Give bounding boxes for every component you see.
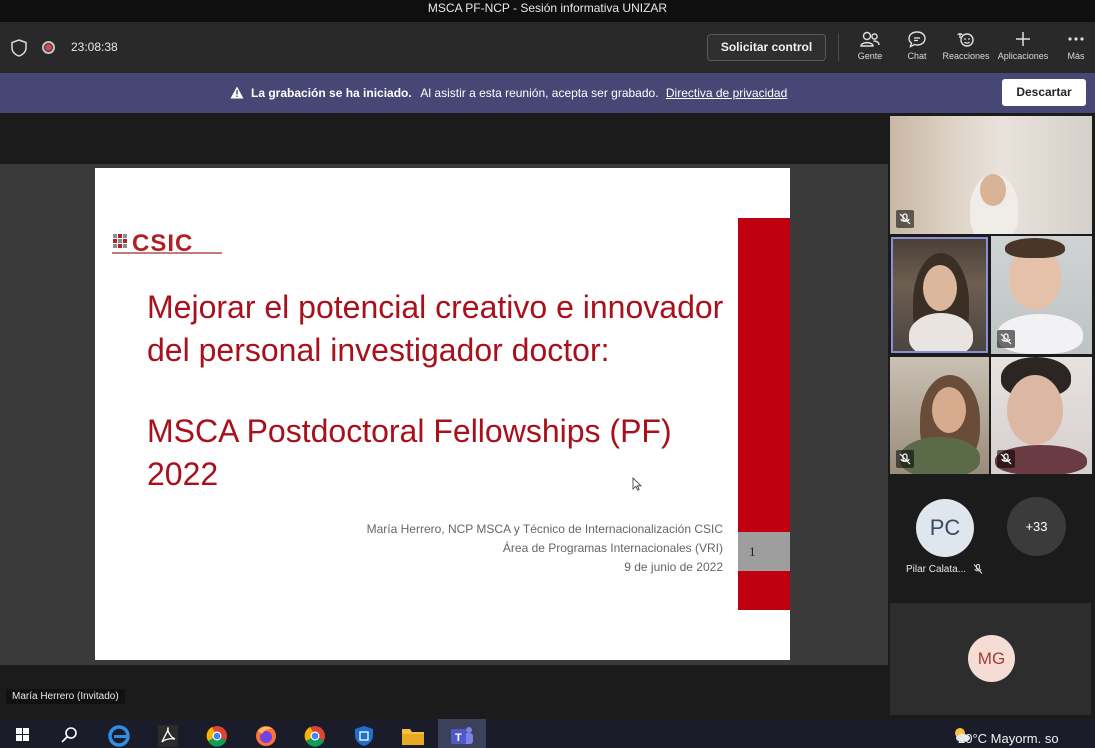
plus-icon — [1016, 32, 1030, 46]
participant-head — [932, 387, 966, 433]
participant-video-tile[interactable] — [890, 357, 989, 474]
participant-avatar[interactable]: MG — [968, 635, 1015, 682]
stage-bottom-band — [0, 665, 888, 719]
presenter-name-label: María Herrero (Invitado) — [6, 689, 125, 704]
slide-title-line1: Mejorar el potencial creativo e innovado… — [147, 289, 724, 325]
participant-video-tile[interactable] — [991, 236, 1092, 354]
people-icon — [860, 31, 880, 47]
active-speaker-video-tile[interactable] — [891, 237, 988, 353]
more-icon — [1068, 37, 1084, 41]
stage-top-band — [0, 113, 888, 164]
svg-text:T: T — [455, 732, 462, 744]
people-label: Gente — [857, 51, 883, 61]
muted-mic-icon — [997, 330, 1015, 348]
mouse-cursor-icon — [632, 477, 642, 491]
file-explorer-icon[interactable] — [396, 721, 430, 748]
presentation-slide: CSIC Mejorar el potencial creativo e inn… — [95, 168, 790, 660]
reactions-button[interactable]: Reacciones — [937, 30, 995, 70]
slide-accent-bar — [738, 218, 790, 532]
firefox-icon[interactable] — [249, 721, 283, 748]
banner-message: La grabación se ha iniciado. Al asistir … — [251, 86, 787, 100]
more-label: Más — [1067, 51, 1085, 61]
slide-title: Mejorar el potencial creativo e innovado… — [147, 286, 747, 372]
privacy-policy-link[interactable]: Directiva de privacidad — [666, 86, 787, 100]
participant-body — [909, 313, 973, 351]
csic-emblem-icon — [113, 234, 127, 248]
dismiss-button[interactable]: Descartar — [1002, 79, 1086, 106]
apps-label: Aplicaciones — [997, 51, 1049, 61]
reactions-label: Reacciones — [942, 51, 990, 61]
recording-banner: La grabación se ha iniciado. Al asistir … — [0, 73, 1095, 113]
muted-mic-icon — [896, 210, 914, 228]
teams-icon[interactable]: T — [445, 721, 479, 748]
slide-author-block: María Herrero, NCP MSCA y Técnico de Int… — [367, 520, 723, 577]
edge-browser-icon[interactable] — [102, 721, 136, 748]
warning-icon — [230, 86, 244, 99]
participant-head — [923, 265, 957, 311]
slide-department: Área de Programas Internacionales (VRI) — [502, 541, 723, 555]
slide-title-line2: del personal investigador doctor: — [147, 332, 610, 368]
shield-icon[interactable] — [11, 39, 27, 57]
windows-start-icon[interactable] — [6, 721, 40, 748]
muted-mic-icon — [997, 450, 1015, 468]
participant-video-tile[interactable] — [890, 116, 1092, 234]
chat-label: Chat — [907, 51, 927, 61]
slide-date: 9 de junio de 2022 — [624, 560, 723, 574]
slide-accent-bar-bottom — [738, 571, 790, 610]
participant-hair — [1005, 238, 1065, 258]
participant-head — [980, 174, 1006, 206]
participant-video-tile[interactable] — [991, 357, 1092, 474]
request-control-button[interactable]: Solicitar control — [707, 34, 826, 61]
participant-avatar[interactable]: PC — [916, 499, 974, 557]
defender-shield-icon[interactable] — [347, 721, 381, 748]
chrome-icon[interactable] — [200, 721, 234, 748]
weather-widget[interactable]: 20°C Mayorm. so — [958, 731, 1059, 746]
teams-meeting-window: MSCA PF-NCP - Sesión informativa UNIZAR … — [0, 0, 1095, 748]
chrome-icon[interactable] — [298, 721, 332, 748]
csic-logo: CSIC — [112, 230, 222, 257]
acrobat-icon[interactable] — [151, 721, 185, 748]
toolbar-divider — [838, 33, 839, 61]
csic-logo-underline — [112, 252, 222, 254]
slide-subtitle: MSCA Postdoctoral Fellowships (PF) 2022 — [147, 413, 672, 492]
chat-icon — [908, 31, 926, 48]
search-icon[interactable] — [52, 721, 86, 748]
participant-head — [1007, 375, 1063, 445]
windows-taskbar: T — [0, 719, 1095, 748]
recording-indicator-icon — [42, 41, 55, 54]
apps-button[interactable]: Aplicaciones — [994, 30, 1052, 70]
reactions-icon — [957, 33, 974, 47]
slide-page-number: 1 — [738, 532, 790, 571]
banner-body-text: Al asistir a esta reunión, acepta ser gr… — [420, 86, 659, 100]
participant-name: Pilar Calata... — [906, 564, 967, 575]
slide-author: María Herrero, NCP MSCA y Técnico de Int… — [366, 522, 723, 536]
muted-mic-icon — [973, 564, 983, 574]
window-title: MSCA PF-NCP - Sesión informativa UNIZAR — [0, 0, 1095, 22]
more-button[interactable]: Más — [1047, 30, 1095, 70]
muted-mic-icon — [896, 450, 914, 468]
meeting-timer: 23:08:38 — [71, 40, 118, 54]
more-participants-button[interactable]: +33 — [1007, 497, 1066, 556]
meeting-toolbar: 23:08:38 Solicitar control Gente Chat Re… — [0, 22, 1095, 76]
banner-bold-text: La grabación se ha iniciado. — [251, 86, 412, 100]
